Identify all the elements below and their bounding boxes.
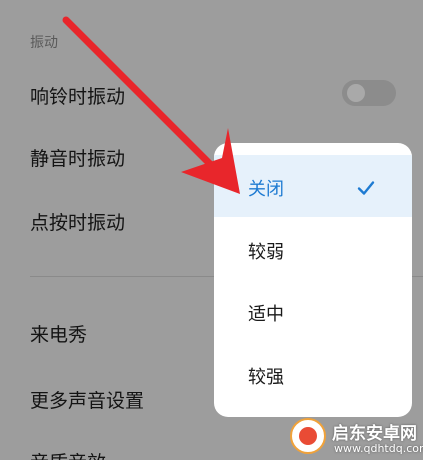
watermark-url: www.qdhtdq.com (334, 442, 423, 455)
option-weak[interactable]: 较弱 (214, 218, 412, 280)
option-label: 适中 (248, 304, 284, 325)
toggle-knob (347, 84, 365, 102)
setting-tap-vibrate[interactable]: 点按时振动 (30, 208, 125, 235)
option-label: 关闭 (248, 179, 284, 200)
ring-vibrate-toggle[interactable] (342, 80, 396, 106)
option-medium[interactable]: 适中 (214, 280, 412, 342)
logo-dot (299, 427, 317, 445)
setting-more-sound[interactable]: 更多声音设置 (30, 386, 144, 413)
option-label: 较弱 (248, 242, 284, 263)
setting-sound-effects[interactable]: 音质音效 (30, 448, 106, 460)
vibration-level-popup: 关闭 较弱 适中 较强 (214, 143, 412, 417)
setting-ring-vibrate[interactable]: 响铃时振动 (30, 82, 125, 109)
watermark-logo-icon (290, 418, 326, 454)
section-label-vibration: 振动 (30, 35, 58, 51)
option-label: 较强 (248, 367, 284, 388)
watermark-title: 启东安卓网 (332, 424, 417, 444)
setting-caller-show[interactable]: 来电秀 (30, 320, 87, 347)
option-strong[interactable]: 较强 (214, 343, 412, 405)
watermark: 启东安卓网 www.qdhtdq.com (288, 414, 423, 460)
option-off[interactable]: 关闭 (214, 155, 412, 217)
checkmark-icon (357, 181, 375, 195)
setting-silent-vibrate[interactable]: 静音时振动 (30, 144, 125, 171)
